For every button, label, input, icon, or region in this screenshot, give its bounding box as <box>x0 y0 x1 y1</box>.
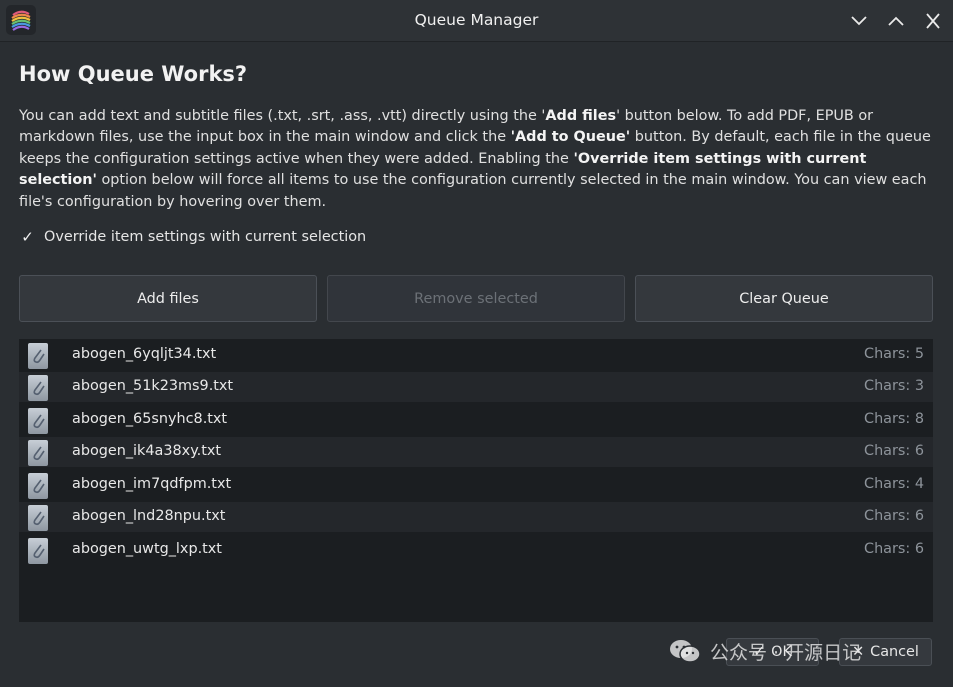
chevron-down-icon <box>851 16 867 26</box>
char-count: Chars: 6 <box>864 541 924 557</box>
file-name: abogen_65snyhc8.txt <box>72 411 228 427</box>
desc-bold-add-files: Add files <box>545 108 617 124</box>
close-button[interactable] <box>921 9 945 33</box>
queue-item[interactable]: abogen_ik4a38xy.txt Chars: 6 <box>19 437 933 467</box>
wechat-icon <box>670 640 701 663</box>
chevron-up-icon <box>888 16 904 26</box>
remove-selected-button[interactable]: Remove selected <box>327 275 625 322</box>
watermark-text: 公众号 · 开源日记 <box>710 641 862 664</box>
cancel-label: Cancel <box>870 644 919 660</box>
paperclip-icon <box>28 505 48 531</box>
file-name: abogen_6yqljt34.txt <box>72 346 217 362</box>
maximize-button[interactable] <box>884 9 908 33</box>
queue-item[interactable]: abogen_6yqljt34.txt Chars: 5 <box>19 340 933 370</box>
paperclip-icon <box>28 343 48 369</box>
char-count: Chars: 6 <box>864 443 924 459</box>
paperclip-icon <box>28 440 48 466</box>
override-checkbox[interactable]: ✓ <box>19 229 36 246</box>
desc-part-4: option below will force all items to use… <box>19 172 927 210</box>
queue-item[interactable]: abogen_im7qdfpm.txt Chars: 4 <box>19 470 933 500</box>
add-files-button[interactable]: Add files <box>19 275 317 322</box>
char-count: Chars: 6 <box>864 508 924 524</box>
queue-item[interactable]: abogen_lnd28npu.txt Chars: 6 <box>19 502 933 532</box>
desc-bold-add-to-queue: 'Add to Queue' <box>510 129 631 146</box>
close-icon <box>926 13 940 29</box>
char-count: Chars: 8 <box>864 411 924 427</box>
watermark: 公众号 · 开源日记 <box>668 636 861 666</box>
desc-part-1: You can add text and subtitle files (.tx… <box>19 108 546 124</box>
queue-item[interactable]: abogen_uwtg_lxp.txt Chars: 6 <box>19 535 933 565</box>
char-count: Chars: 5 <box>864 346 924 362</box>
paperclip-icon <box>28 408 48 434</box>
page-title: How Queue Works? <box>19 62 248 86</box>
file-name: abogen_51k23ms9.txt <box>72 378 234 394</box>
file-name: abogen_uwtg_lxp.txt <box>72 541 222 557</box>
minimize-button[interactable] <box>847 9 871 33</box>
paperclip-icon <box>28 538 48 564</box>
char-count: Chars: 4 <box>864 476 924 492</box>
file-name: abogen_ik4a38xy.txt <box>72 443 222 459</box>
window-title: Queue Manager <box>414 11 539 29</box>
override-checkbox-label[interactable]: Override item settings with current sele… <box>44 229 366 245</box>
queue-item[interactable]: abogen_51k23ms9.txt Chars: 3 <box>19 372 933 402</box>
char-count: Chars: 3 <box>864 378 924 394</box>
queue-item[interactable]: abogen_65snyhc8.txt Chars: 8 <box>19 405 933 435</box>
file-name: abogen_im7qdfpm.txt <box>72 476 232 492</box>
paperclip-icon <box>28 375 48 401</box>
clear-queue-button[interactable]: Clear Queue <box>635 275 933 322</box>
file-name: abogen_lnd28npu.txt <box>72 508 226 524</box>
title-bar: Queue Manager <box>0 0 953 42</box>
paperclip-icon <box>28 473 48 499</box>
queue-list[interactable]: abogen_6yqljt34.txt Chars: 5 abogen_51k2… <box>19 339 933 622</box>
description-text: You can add text and subtitle files (.tx… <box>19 106 934 213</box>
